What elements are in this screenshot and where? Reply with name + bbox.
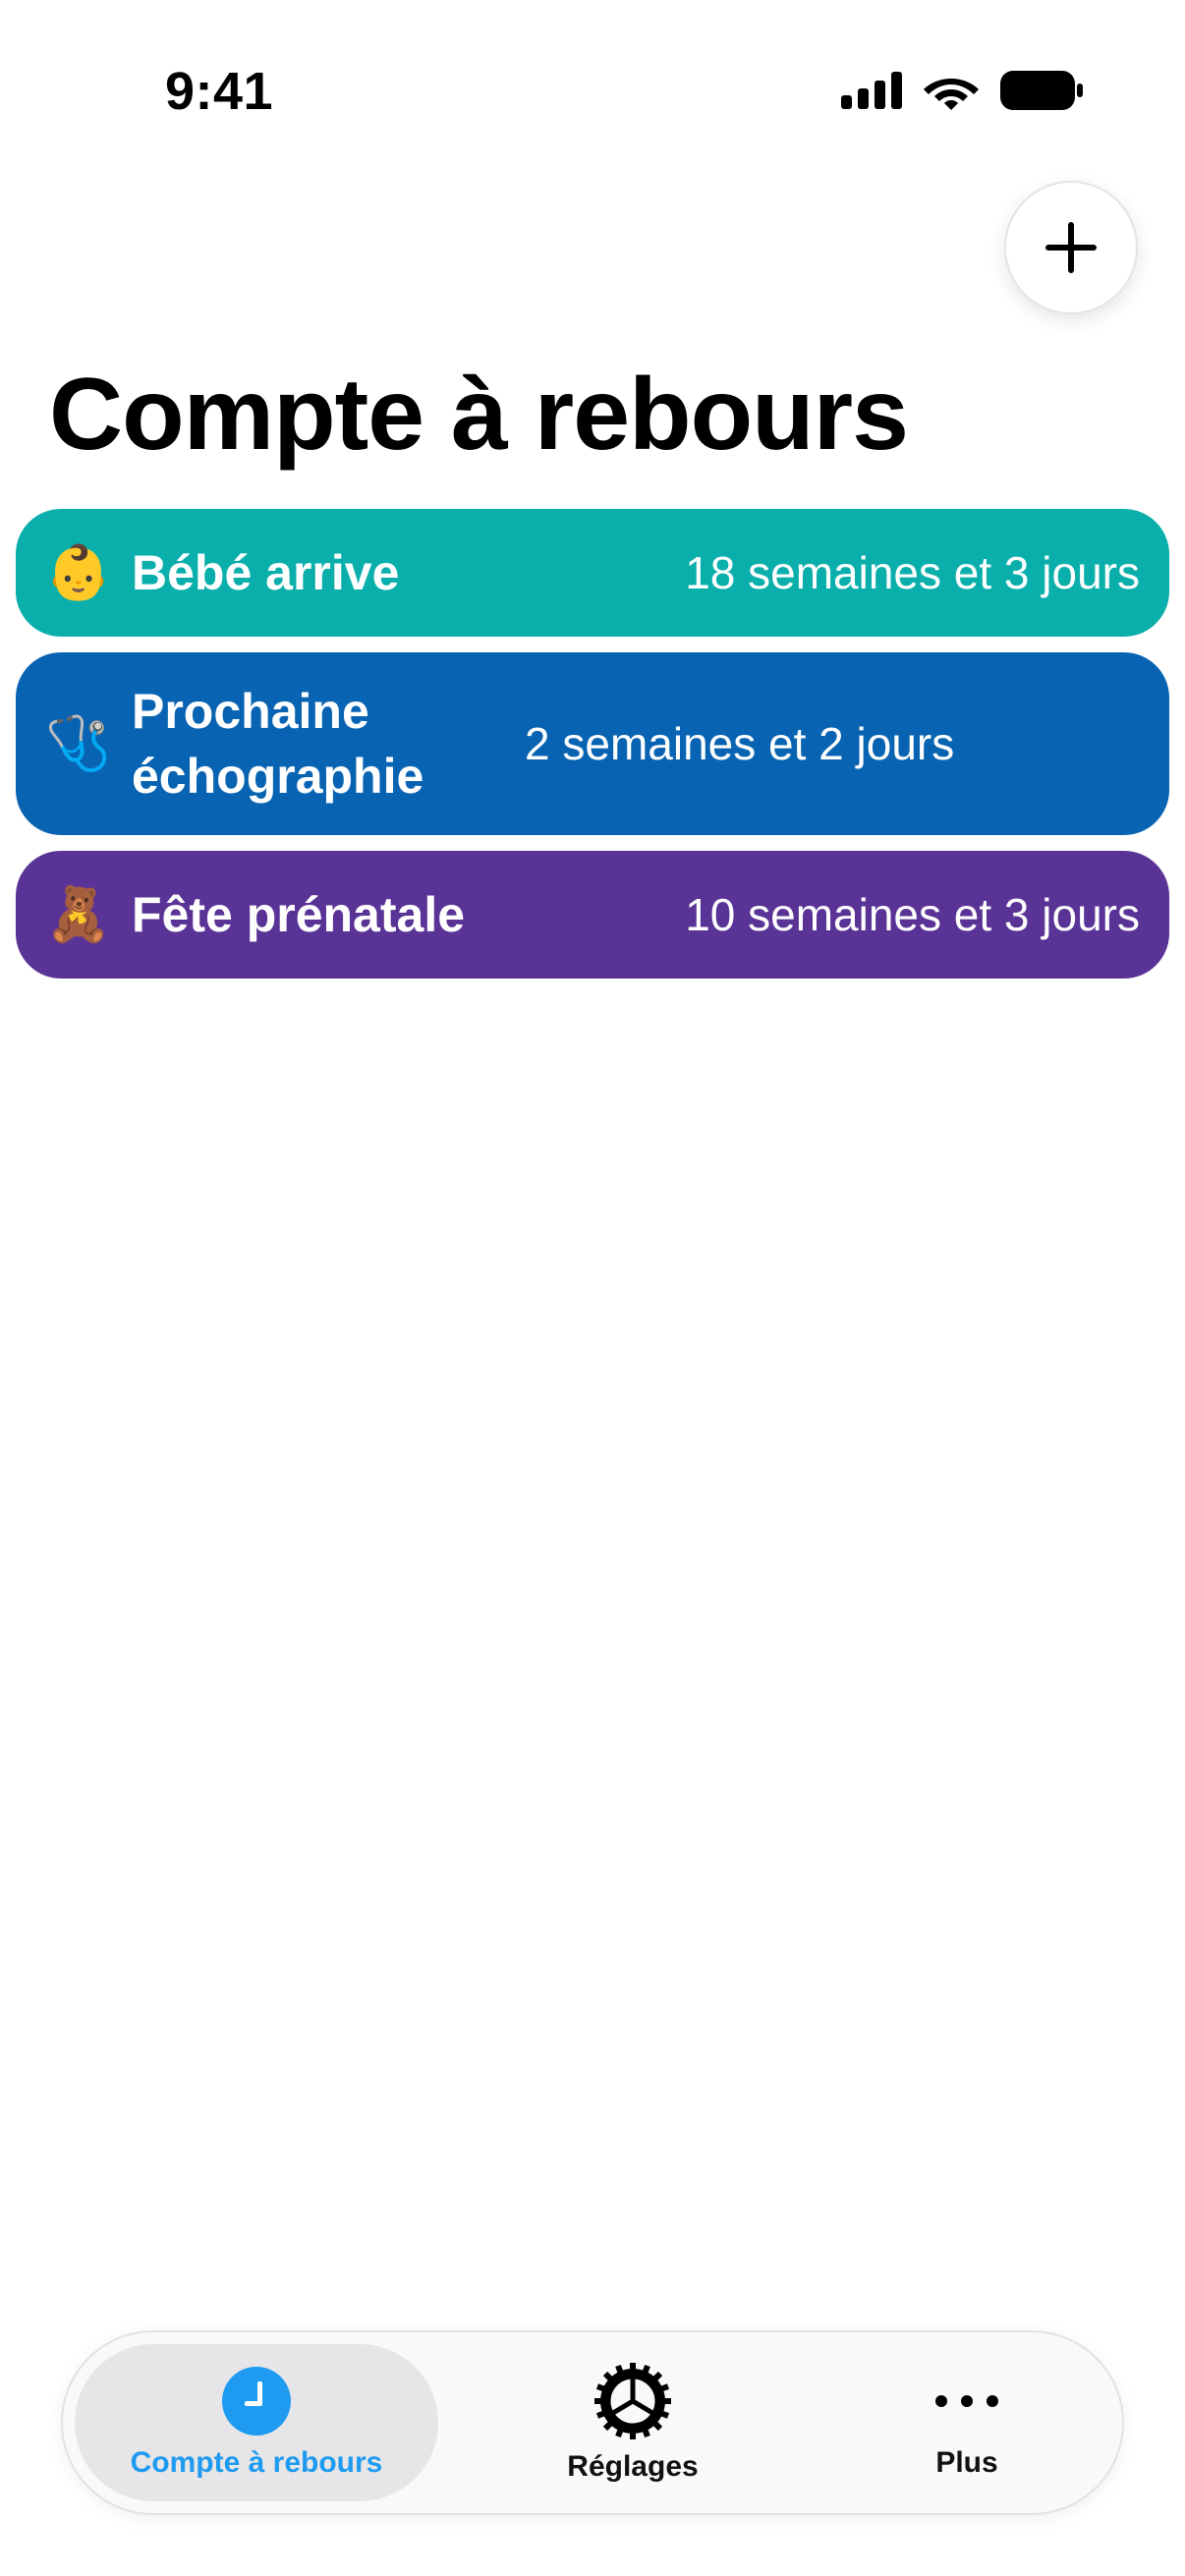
- clock-icon: [222, 2367, 291, 2436]
- countdown-title: Fête prénatale: [132, 887, 466, 942]
- tab-label: Réglages: [567, 2450, 699, 2483]
- countdown-remaining: 18 semaines et 3 jours: [685, 547, 1140, 598]
- countdown-title: Prochaine échographie: [132, 684, 424, 804]
- countdown-list: 👶 Bébé arrive 18 semaines et 3 jours 🩺 P…: [16, 509, 1169, 994]
- add-button[interactable]: [1004, 181, 1138, 314]
- countdown-remaining: 10 semaines et 3 jours: [685, 889, 1140, 940]
- status-time: 9:41: [165, 62, 274, 121]
- countdown-row[interactable]: 👶 Bébé arrive 18 semaines et 3 jours: [16, 509, 1169, 637]
- countdown-row[interactable]: 🧸 Fête prénatale 10 semaines et 3 jours: [16, 851, 1169, 979]
- tab-more[interactable]: Plus: [829, 2344, 1104, 2501]
- stethoscope-emoji-icon: 🩺: [45, 714, 112, 773]
- baby-emoji-icon: 👶: [45, 543, 112, 602]
- page-title: Compte à rebours: [49, 358, 909, 472]
- countdown-row[interactable]: 🩺 Prochaine échographie 2 semaines et 2 …: [16, 652, 1169, 835]
- tab-bar: Compte à rebours Réglages Plus: [61, 2330, 1124, 2515]
- wifi-icon: [924, 79, 979, 110]
- status-icons: [841, 71, 1083, 110]
- tab-settings[interactable]: Réglages: [485, 2344, 780, 2501]
- teddy-bear-emoji-icon: 🧸: [45, 885, 112, 944]
- countdown-title: Bébé arrive: [132, 545, 400, 600]
- more-icon: [935, 2395, 998, 2407]
- tab-label: Compte à rebours: [130, 2446, 383, 2479]
- gear-icon: [594, 2363, 671, 2439]
- status-bar: 9:41: [0, 0, 1185, 187]
- countdown-remaining: 2 semaines et 2 jours: [525, 718, 955, 769]
- cellular-signal-icon: [841, 72, 902, 109]
- tab-countdown[interactable]: Compte à rebours: [75, 2344, 438, 2501]
- tab-label: Plus: [935, 2446, 998, 2479]
- plus-icon: [1045, 222, 1097, 273]
- battery-icon: [1000, 71, 1083, 110]
